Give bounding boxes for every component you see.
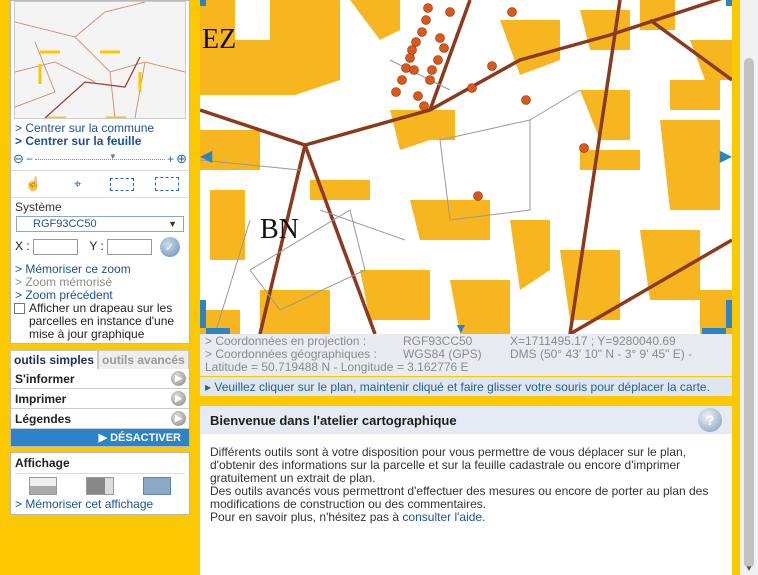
center-feuille-link[interactable]: > Centrer sur la feuille: [15, 135, 185, 148]
map-canvas[interactable]: EZ BN ◀ ▶ ▼: [200, 0, 732, 334]
pan-hand-icon[interactable]: ☝: [17, 173, 49, 195]
zoom-plus-icon[interactable]: +: [167, 152, 174, 166]
zoom-slider-handle-icon[interactable]: ▼: [109, 152, 117, 161]
cadastral-map-drawing: [200, 0, 732, 334]
memoriser-affichage-link[interactable]: > Mémoriser cet affichage: [15, 498, 185, 511]
systeme-label: Système: [15, 200, 62, 214]
scroll-down-icon[interactable]: ▼: [745, 564, 753, 573]
map-label-bn: BN: [260, 214, 299, 245]
affichage-option-1-icon[interactable]: [29, 477, 58, 495]
overview-map-drawing: [14, 1, 186, 120]
affichage-panel: Affichage > Mémoriser cet affichage: [10, 452, 190, 515]
welcome-paragraph-3: Pour en savoir plus, n'hésitez pas à con…: [210, 511, 722, 524]
coordinates-panel: > Coordonnées en projection : RGF93CC50 …: [200, 334, 732, 376]
tools-menu: S'informer ▶ Imprimer ▶ Légendes ▶ ▶ DÉSACT…: [10, 369, 190, 447]
geo-decimal: Latitude = 50.719488 N - Longitude = 3.1…: [205, 360, 469, 374]
menu-item-imprimer[interactable]: Imprimer ▶: [11, 389, 189, 409]
welcome-paragraph-3-text: Pour en savoir plus, n'hésitez pas à: [210, 510, 400, 524]
systeme-select-value: RGF93CC50: [33, 218, 97, 230]
geo-dms: DMS (50° 43' 10" N - 3° 9' 45" E) -: [510, 347, 693, 361]
x-input[interactable]: [33, 239, 79, 255]
menu-item-sinformer[interactable]: S'informer ▶: [11, 369, 189, 389]
tab-outils-simples[interactable]: outils simples: [10, 350, 99, 369]
chevron-right-icon: ▶: [171, 391, 186, 406]
overview-minimap[interactable]: [14, 1, 186, 120]
chevron-right-icon: ▶: [98, 432, 108, 444]
menu-item-legendes[interactable]: Légendes ▶: [11, 409, 189, 429]
pan-left-icon[interactable]: ◀: [200, 146, 212, 166]
pan-down-icon[interactable]: ▼: [454, 321, 468, 334]
consulter-aide-link[interactable]: consulter l'aide: [402, 510, 482, 524]
map-hint: ▸ Veuillez cliquer sur le plan, mainteni…: [200, 377, 732, 396]
menu-item-label: Imprimer: [15, 391, 67, 406]
affichage-option-3-icon[interactable]: [142, 477, 171, 495]
affichage-title: Affichage: [15, 456, 70, 470]
zoom-slider[interactable]: ▼: [34, 152, 166, 161]
chevron-down-icon: ▼: [168, 219, 177, 229]
zoom-in-icon[interactable]: ⊕: [176, 151, 187, 167]
chevron-right-icon: ▶: [171, 371, 186, 386]
map-label-ez: EZ: [202, 24, 237, 55]
chevron-right-icon: ▶: [171, 411, 186, 426]
zoom-box-icon[interactable]: [106, 173, 138, 195]
left-sidebar: > Centrer sur la commune > Centrer sur l…: [10, 0, 190, 515]
drapeau-label: Afficher un drapeau sur les parcelles en…: [29, 301, 175, 341]
zoom-slider-row: ⊖ − ▼ + ⊕: [11, 148, 189, 170]
page-scrollbar[interactable]: ▼: [740, 0, 758, 575]
go-check-icon[interactable]: ✓: [159, 237, 180, 257]
y-input[interactable]: [107, 239, 153, 255]
welcome-title: Bienvenue dans l'atelier cartographique: [210, 412, 457, 428]
y-label: Y :: [89, 239, 104, 254]
welcome-panel: Bienvenue dans l'atelier cartographique …: [200, 406, 732, 575]
affichage-option-2-icon[interactable]: [85, 477, 114, 495]
navigation-panel: > Centrer sur la commune > Centrer sur l…: [10, 0, 190, 344]
crosshair-icon[interactable]: ⌖: [62, 173, 94, 195]
fit-extent-icon[interactable]: [151, 173, 183, 195]
help-icon[interactable]: ?: [698, 408, 722, 432]
x-label: X :: [15, 239, 30, 254]
desactiver-button[interactable]: ▶ DÉSACTIVER: [11, 429, 189, 446]
map-tools-row: ☝ ⌖: [11, 170, 189, 198]
zoom-minus-icon[interactable]: −: [26, 152, 33, 166]
drapeau-checkbox[interactable]: [14, 303, 25, 314]
tools-tabs: outils simples outils avancés: [10, 350, 190, 369]
welcome-paragraph-3-end: .: [482, 510, 486, 524]
tab-outils-avances[interactable]: outils avancés: [98, 350, 189, 369]
menu-item-label: S'informer: [15, 371, 75, 386]
scrollbar-thumb[interactable]: [744, 58, 754, 568]
welcome-paragraph-1: Différents outils sont à votre dispositi…: [210, 445, 687, 485]
zoom-out-icon[interactable]: ⊖: [13, 151, 24, 167]
systeme-select[interactable]: RGF93CC50 ▼: [16, 216, 184, 232]
welcome-paragraph-2: Des outils avancés vous permettront d'ef…: [210, 484, 709, 511]
menu-item-label: Légendes: [15, 411, 72, 426]
pan-right-icon[interactable]: ▶: [720, 146, 732, 166]
xy-input-row: X : Y : ✓: [11, 234, 189, 260]
desactiver-label: DÉSACTIVER: [110, 432, 181, 444]
